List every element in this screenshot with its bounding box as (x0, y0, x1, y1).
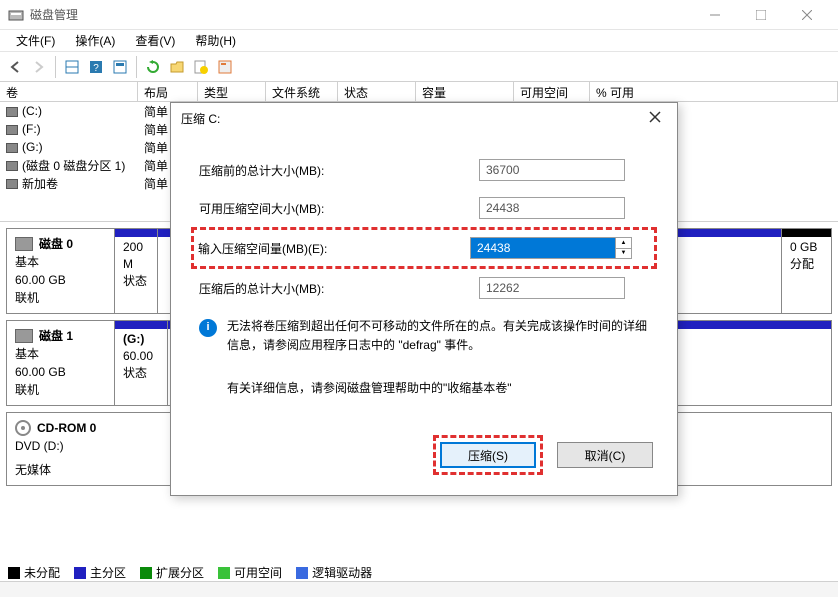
info-icon: i (199, 319, 217, 337)
partition[interactable]: 0 GB 分配 (781, 229, 831, 313)
close-button[interactable] (784, 0, 830, 30)
swatch-primary (74, 567, 86, 579)
swatch-extended (140, 567, 152, 579)
volume-icon (6, 143, 18, 153)
shrink-button[interactable]: 压缩(S) (440, 442, 536, 468)
dialog-titlebar: 压缩 C: (171, 103, 677, 133)
shrink-dialog: 压缩 C: 压缩前的总计大小(MB): 36700 可用压缩空间大小(MB): … (170, 102, 678, 496)
partition[interactable]: 200 M 状态 (115, 229, 157, 313)
volume-icon (6, 107, 18, 117)
window-title: 磁盘管理 (30, 6, 692, 23)
toolbar: ? (0, 52, 838, 82)
spinner-down[interactable]: ▼ (616, 249, 631, 259)
available-value: 24438 (479, 197, 625, 219)
refresh-icon[interactable] (142, 56, 164, 78)
volume-list-header: 卷 布局 类型 文件系统 状态 容量 可用空间 % 可用 (0, 82, 838, 102)
status-bar (0, 581, 838, 597)
titlebar: 磁盘管理 (0, 0, 838, 30)
volume-icon (6, 179, 18, 189)
minimize-button[interactable] (692, 0, 738, 30)
col-pctfree[interactable]: % 可用 (590, 82, 838, 101)
volume-icon (6, 125, 18, 135)
menu-help[interactable]: 帮助(H) (185, 30, 246, 51)
forward-button[interactable] (28, 56, 50, 78)
folder-icon[interactable] (166, 56, 188, 78)
properties-icon[interactable] (214, 56, 236, 78)
svg-text:?: ? (93, 63, 99, 74)
disk-1-label[interactable]: 磁盘 1 基本 60.00 GB 联机 (7, 321, 115, 405)
disk-icon (15, 329, 33, 343)
partition[interactable]: (G:) 60.00 状态 (115, 321, 167, 405)
maximize-button[interactable] (738, 0, 784, 30)
available-label: 可用压缩空间大小(MB): (199, 200, 479, 217)
shrink-button-highlight: 压缩(S) (433, 435, 543, 475)
new-icon[interactable] (190, 56, 212, 78)
menu-action[interactable]: 操作(A) (65, 30, 125, 51)
dialog-title: 压缩 C: (181, 110, 643, 127)
spinner-up[interactable]: ▲ (616, 238, 631, 249)
col-fs[interactable]: 文件系统 (266, 82, 338, 101)
cd-icon (15, 420, 31, 436)
total-before-value: 36700 (479, 159, 625, 181)
col-type[interactable]: 类型 (198, 82, 266, 101)
app-icon (8, 7, 24, 23)
total-after-value: 12262 (479, 277, 625, 299)
dialog-close-button[interactable] (643, 110, 667, 127)
shrink-amount-spinner[interactable]: ▲ ▼ (616, 237, 632, 259)
volume-icon (6, 161, 18, 171)
shrink-amount-label: 输入压缩空间量(MB)(E): (198, 240, 470, 257)
disk-0-label[interactable]: 磁盘 0 基本 60.00 GB 联机 (7, 229, 115, 313)
col-capacity[interactable]: 容量 (416, 82, 514, 101)
help-icon[interactable]: ? (85, 56, 107, 78)
settings-icon[interactable] (109, 56, 131, 78)
total-after-label: 压缩后的总计大小(MB): (199, 280, 479, 297)
col-layout[interactable]: 布局 (138, 82, 198, 101)
back-button[interactable] (4, 56, 26, 78)
menubar: 文件(F) 操作(A) 查看(V) 帮助(H) (0, 30, 838, 52)
swatch-logical (296, 567, 308, 579)
swatch-unallocated (8, 567, 20, 579)
total-before-label: 压缩前的总计大小(MB): (199, 162, 479, 179)
col-free[interactable]: 可用空间 (514, 82, 590, 101)
disk-icon (15, 237, 33, 251)
menu-file[interactable]: 文件(F) (6, 30, 65, 51)
shrink-amount-input[interactable]: 24438 (470, 237, 616, 259)
legend: 未分配 主分区 扩展分区 可用空间 逻辑驱动器 (8, 564, 372, 581)
menu-view[interactable]: 查看(V) (125, 30, 185, 51)
info-block-1: i 无法将卷压缩到超出任何不可移动的文件所在的点。有关完成该操作时间的详细信息，… (199, 317, 649, 355)
col-volume[interactable]: 卷 (0, 82, 138, 101)
info-block-2: 有关详细信息，请参阅磁盘管理帮助中的"收缩基本卷" (199, 379, 649, 398)
col-status[interactable]: 状态 (338, 82, 416, 101)
view-pane-icon[interactable] (61, 56, 83, 78)
cancel-button[interactable]: 取消(C) (557, 442, 653, 468)
input-highlight: 输入压缩空间量(MB)(E): 24438 ▲ ▼ (191, 227, 657, 269)
swatch-free (218, 567, 230, 579)
